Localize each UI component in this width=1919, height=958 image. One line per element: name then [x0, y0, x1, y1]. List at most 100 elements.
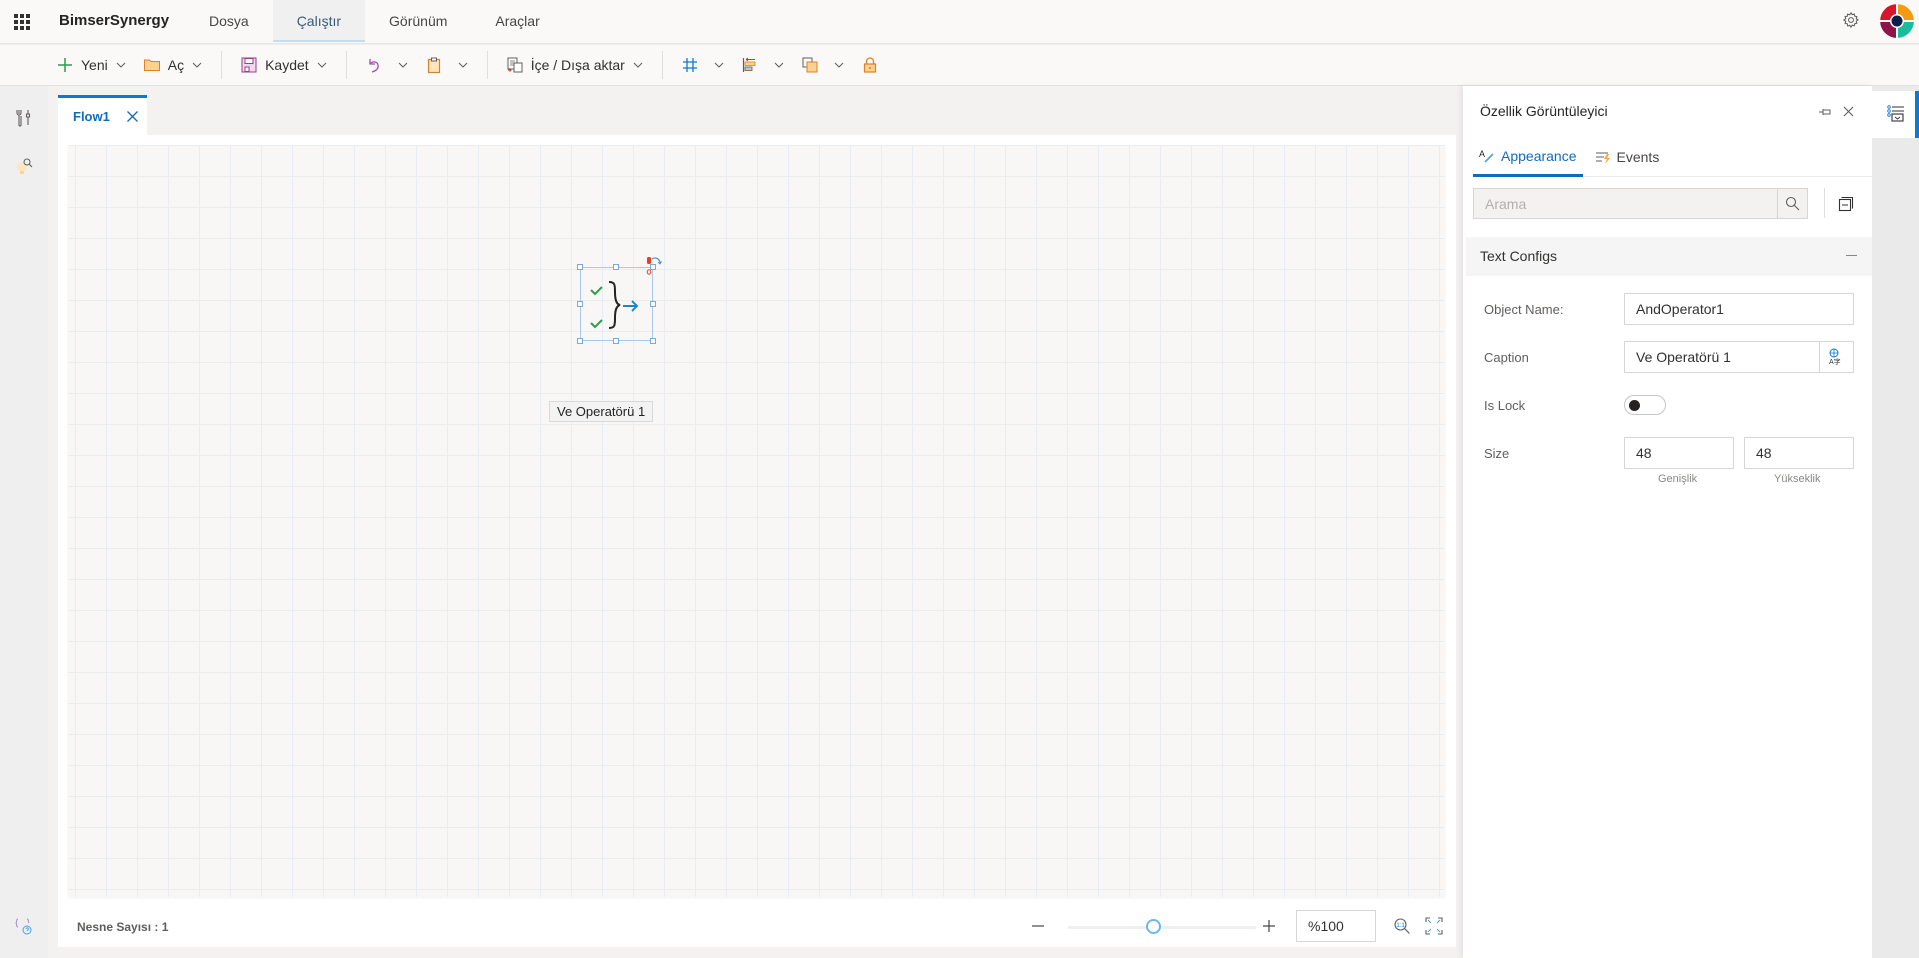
chevron-down-icon [834, 62, 844, 68]
status-bar: Nesne Sayısı : 1 %100 1:1 [68, 907, 1445, 947]
size-label: Size [1484, 446, 1510, 461]
tab-events[interactable]: Events [1589, 138, 1666, 176]
svg-text:A字: A字 [1829, 357, 1841, 366]
caption-label: Caption [1484, 350, 1529, 365]
is-lock-label: Is Lock [1484, 398, 1526, 413]
fit-to-screen-icon[interactable] [1425, 917, 1443, 935]
right-rail [1872, 86, 1919, 958]
zoom-slider-thumb[interactable] [1146, 919, 1161, 934]
save-button[interactable]: Kaydet [232, 50, 336, 80]
save-button-label: Kaydet [265, 57, 309, 73]
object-name-label: Object Name: [1484, 302, 1564, 317]
open-button[interactable]: Aç [135, 50, 211, 80]
chevron-down-icon [714, 62, 724, 68]
and-operator-node[interactable] [573, 256, 662, 344]
grid-button[interactable] [673, 50, 733, 80]
import-export-label: İçe / Dışa aktar [530, 57, 625, 73]
panel-title: Özellik Görüntüleyici [1480, 103, 1608, 119]
object-name-field[interactable]: AndOperator1 [1624, 293, 1854, 325]
chevron-down-icon [317, 62, 327, 68]
search-bulb-icon[interactable] [14, 156, 34, 176]
tab-label: Flow1 [73, 109, 110, 124]
zoom-out-icon[interactable] [1030, 918, 1046, 934]
pin-icon[interactable] [1818, 105, 1832, 119]
caption-field[interactable]: Ve Operatörü 1 [1624, 341, 1820, 373]
actual-size-icon[interactable]: 1:1 [1393, 917, 1411, 935]
toggle-knob [1629, 400, 1640, 411]
property-viewer-panel: Özellik Görüntüleyici A Appearance Event… [1463, 86, 1872, 958]
tab-appearance[interactable]: A Appearance [1473, 138, 1583, 177]
translate-button[interactable]: A字 [1820, 341, 1854, 373]
toolbar-divider [345, 51, 347, 79]
tab-events-label: Events [1616, 149, 1660, 165]
object-count: Nesne Sayısı : 1 [77, 920, 169, 934]
zoom-slider[interactable] [1068, 926, 1256, 929]
toolbar-divider [486, 51, 488, 79]
paste-button[interactable] [417, 50, 477, 80]
resize-handle[interactable] [613, 264, 619, 270]
lock-button[interactable] [853, 50, 894, 80]
search-button[interactable] [1777, 189, 1807, 218]
svg-text:A: A [1479, 149, 1485, 159]
toolbox-icon[interactable] [14, 108, 34, 128]
top-bar: BimserSynergy Dosya Çalıştır Görünüm Ara… [0, 0, 1919, 44]
grid-icon [682, 58, 697, 72]
resize-handle[interactable] [577, 264, 583, 270]
import-export-button[interactable]: İçe / Dışa aktar [498, 50, 652, 80]
gear-icon[interactable] [1842, 11, 1860, 29]
waffle-icon[interactable] [14, 14, 30, 30]
flow-canvas[interactable]: Ve Operatörü 1 [68, 145, 1445, 897]
menu-item-gorunum[interactable]: Görünüm [365, 0, 471, 42]
avatar[interactable] [1880, 4, 1914, 38]
undo-button[interactable] [357, 50, 417, 80]
is-lock-toggle[interactable] [1624, 395, 1666, 415]
save-icon [241, 57, 257, 73]
main-menu: Dosya Çalıştır Görünüm Araçlar [185, 0, 564, 44]
close-icon[interactable] [126, 110, 139, 123]
height-sublabel: Yükseklik [1774, 473, 1821, 485]
property-viewer-toggle[interactable] [1872, 91, 1919, 138]
width-field[interactable]: 48 [1624, 437, 1734, 469]
chevron-down-icon [192, 62, 202, 68]
collapse-all-icon[interactable] [1838, 196, 1854, 212]
tab-flow1[interactable]: Flow1 [58, 95, 147, 135]
open-button-label: Aç [167, 57, 185, 73]
clipboard-icon [427, 57, 440, 74]
chevron-down-icon [458, 62, 468, 68]
variables-help-icon[interactable] [14, 916, 34, 936]
new-button[interactable]: Yeni [48, 50, 135, 80]
collapse-icon[interactable] [1846, 255, 1857, 256]
import-export-icon [507, 57, 523, 73]
rotate-handle-icon[interactable] [646, 256, 662, 278]
height-field[interactable]: 48 [1744, 437, 1854, 469]
arrange-button[interactable] [793, 50, 853, 80]
width-sublabel: Genişlik [1658, 473, 1698, 485]
editor-area: Flow1 Ve Operatörü 1 Nesne Sayısı: 1 %1… [48, 86, 1463, 958]
section-title: Text Configs [1480, 248, 1558, 264]
align-icon [742, 57, 756, 72]
resize-handle[interactable] [650, 301, 656, 307]
resize-handle[interactable] [650, 338, 656, 344]
chevron-down-icon [398, 62, 408, 68]
menu-item-araclar[interactable]: Araçlar [471, 0, 563, 42]
property-list-icon [1887, 105, 1904, 122]
zoom-level-input[interactable]: %100 [1296, 910, 1376, 942]
new-button-label: Yeni [81, 57, 108, 73]
left-rail [0, 86, 48, 958]
menu-item-calistir[interactable]: Çalıştır [272, 0, 366, 42]
resize-handle[interactable] [577, 338, 583, 344]
align-button[interactable] [733, 50, 793, 80]
tab-appearance-label: Appearance [1501, 148, 1577, 164]
lock-icon [863, 57, 876, 73]
section-text-configs[interactable]: Text Configs [1466, 237, 1872, 276]
resize-handle[interactable] [577, 301, 583, 307]
arrange-icon [802, 57, 818, 73]
property-tabs: A Appearance Events [1473, 138, 1872, 177]
menu-item-dosya[interactable]: Dosya [185, 0, 273, 42]
resize-handle[interactable] [613, 338, 619, 344]
events-icon [1595, 152, 1610, 164]
zoom-in-icon[interactable] [1261, 918, 1277, 934]
search-input[interactable] [1474, 189, 1777, 218]
node-caption[interactable]: Ve Operatörü 1 [549, 401, 654, 422]
close-icon[interactable] [1842, 105, 1855, 118]
